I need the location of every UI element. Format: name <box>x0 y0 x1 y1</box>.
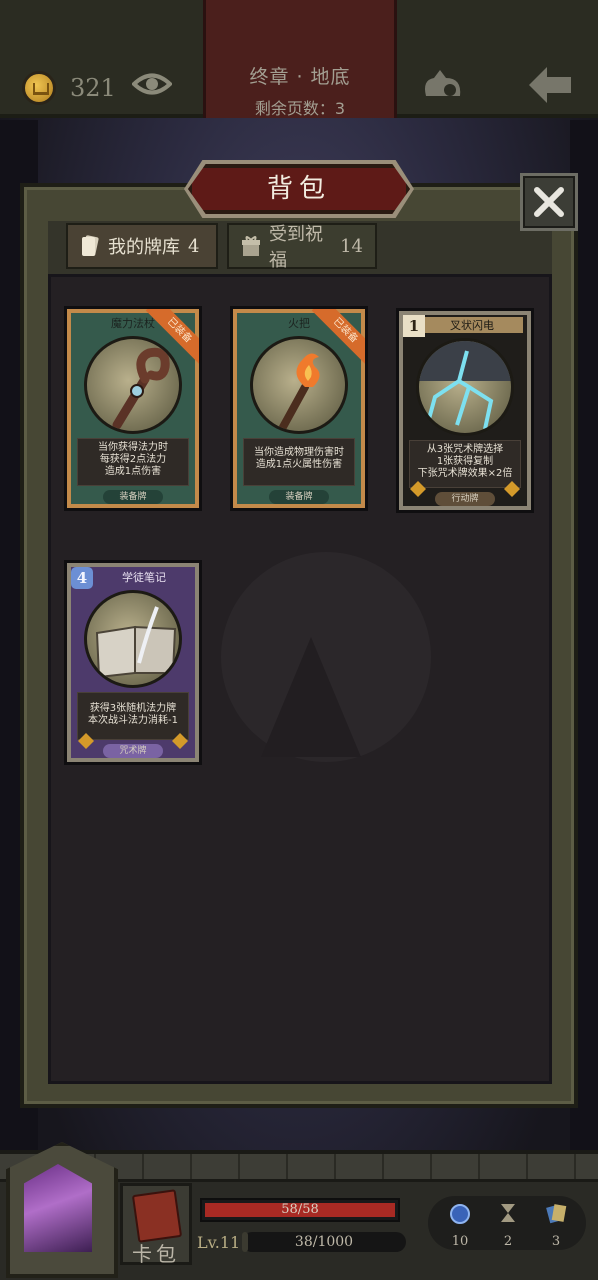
coin-count: 321 <box>70 74 116 102</box>
card-cost: 4 <box>71 567 93 589</box>
card-description: 当你获得法力时 每获得2点法力 造成1点伤害 <box>77 438 189 486</box>
card-type: 行动牌 <box>435 492 495 506</box>
moon-watermark <box>221 552 431 762</box>
eye-icon[interactable] <box>132 69 172 99</box>
staff-icon <box>84 336 182 434</box>
resource-potion[interactable]: 10 <box>440 1202 480 1249</box>
close-button[interactable] <box>520 173 578 231</box>
book-icon <box>84 590 182 688</box>
card-torch[interactable]: 火把 已装备 当你造成物理伤害时 造成1点火属性伤害 装备牌 <box>230 306 368 511</box>
potion-icon <box>450 1204 470 1224</box>
tab-count: 4 <box>188 235 200 257</box>
deck-button[interactable]: 卡包 <box>120 1183 192 1266</box>
coin-icon <box>22 71 56 105</box>
card-type: 装备牌 <box>103 490 163 504</box>
hp-text: 58/58 <box>281 1202 319 1217</box>
lightning-icon <box>416 338 514 436</box>
resource-value: 3 <box>551 1234 561 1249</box>
card-apprentice-notes[interactable]: 学徒笔记 4 获得3张随机法力牌 本次战斗法力消耗-1 咒术牌 <box>64 560 202 765</box>
card-name: 学徒笔记 <box>122 571 166 584</box>
gem-icon <box>78 733 94 749</box>
card-forked-lightning[interactable]: 叉状闪电 1 从3张咒术牌选择 1张获得复制 下张咒术牌效果×2倍 行动牌 <box>396 308 534 513</box>
gem-icon <box>172 733 188 749</box>
tab-my-deck[interactable]: 我的牌库 4 <box>66 223 218 269</box>
tab-label: 我的牌库 <box>108 237 180 258</box>
torch-icon <box>250 336 348 434</box>
card-type: 装备牌 <box>269 490 329 504</box>
book-icon <box>131 1189 183 1243</box>
hp-bar: 58/58 <box>200 1198 400 1222</box>
gift-icon <box>242 236 260 256</box>
pages-left: 剩余页数：3 <box>254 99 346 118</box>
resource-value: 2 <box>503 1234 513 1249</box>
gem-icon <box>410 481 426 497</box>
card-description: 当你造成物理伤害时 造成1点火属性伤害 <box>243 438 355 486</box>
xp-bar: 38/1000 <box>242 1232 406 1252</box>
xp-text: 38/1000 <box>294 1234 354 1250</box>
panel-title: 背包 <box>266 174 331 204</box>
card-type: 咒术牌 <box>103 744 163 758</box>
back-arrow-icon[interactable] <box>525 63 575 107</box>
resource-cards[interactable]: 3 <box>536 1202 576 1249</box>
tab-label: 受到祝福 <box>269 224 323 271</box>
hourglass-icon <box>501 1204 515 1222</box>
close-icon <box>534 187 564 217</box>
resource-hourglass[interactable]: 2 <box>488 1202 528 1249</box>
card-cost: 1 <box>403 315 425 337</box>
card-magic-staff[interactable]: 魔力法杖 已装备 当你获得法力时 每获得2点法力 造成1点伤害 装备牌 <box>64 306 202 511</box>
tab-count: 14 <box>340 235 363 257</box>
card-icon <box>82 235 99 256</box>
tab-blessings[interactable]: 受到祝福 14 <box>227 223 377 271</box>
chapter-title: 终章 · 地底 <box>249 66 351 88</box>
bag-icon[interactable] <box>420 66 466 102</box>
deck-label: 卡包 <box>132 1242 180 1266</box>
chapter-banner: 终章 · 地底 剩余页数：3 <box>203 0 397 118</box>
cards-icon <box>546 1204 567 1224</box>
gem-icon <box>504 481 520 497</box>
resource-value: 10 <box>451 1234 469 1249</box>
level-label: Lv.11 <box>197 1233 241 1252</box>
card-name: 叉状闪电 <box>421 317 523 333</box>
